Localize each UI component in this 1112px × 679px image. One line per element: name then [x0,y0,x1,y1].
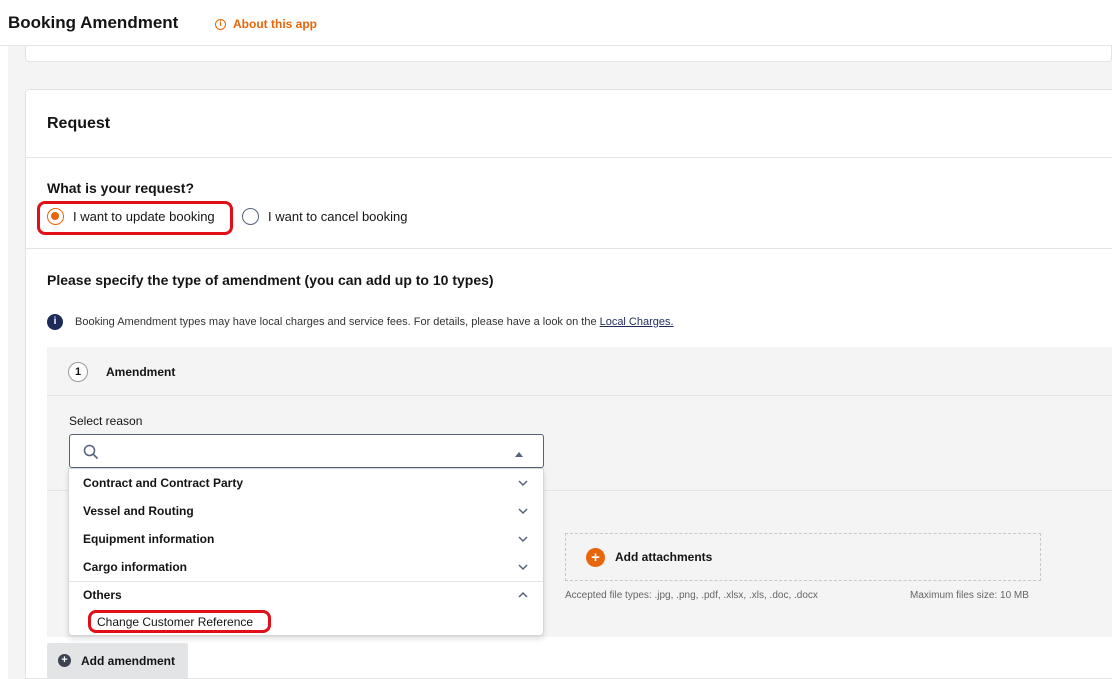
amendment-section-title: Please specify the type of amendment (yo… [47,272,494,288]
dropdown-group-others[interactable]: Others [69,581,543,609]
charges-notice: i Booking Amendment types may have local… [47,314,674,330]
about-app-link[interactable]: i About this app [215,17,317,31]
max-file-size: Maximum files size: 10 MB [910,590,1029,601]
chevron-down-icon [518,564,528,571]
search-icon [83,444,99,460]
add-attachments-label: Add attachments [615,550,713,564]
local-charges-link[interactable]: Local Charges. [600,316,674,328]
caret-up-icon[interactable] [515,452,523,457]
dropdown-group-label: Others [83,588,122,602]
divider [26,157,1112,158]
notice-text: Booking Amendment types may have local c… [75,316,597,328]
accepted-file-types: Accepted file types: .jpg, .png, .pdf, .… [565,590,818,601]
add-amendment-label: Add amendment [81,653,176,668]
chevron-down-icon [518,508,528,515]
add-amendment-button[interactable]: + Add amendment [47,643,188,678]
annotation-highlight-option [88,610,271,633]
radio-cancel-label: I want to cancel booking [268,209,408,224]
chevron-up-icon [518,591,528,598]
radio-cancel-booking[interactable]: I want to cancel booking [242,208,407,225]
dropdown-group-contract[interactable]: Contract and Contract Party [69,469,543,497]
dropdown-group-label: Contract and Contract Party [83,476,244,490]
amendment-header [47,347,1112,396]
divider [26,248,1112,249]
amendment-label: Amendment [106,365,176,379]
app-header: Booking Amendment i About this app [0,0,1112,46]
request-question: What is your request? [47,180,195,196]
dropdown-group-label: Equipment information [83,532,215,546]
plus-circle-icon: + [58,654,71,667]
plus-icon: + [586,548,605,567]
about-app-label: About this app [233,17,317,31]
annotation-highlight-update [37,201,233,235]
reason-search-combobox[interactable] [69,434,544,468]
previous-section-card [25,46,1112,62]
radio-unchecked-icon[interactable] [242,208,259,225]
dropdown-group-equipment[interactable]: Equipment information [69,525,543,553]
dropdown-group-vessel[interactable]: Vessel and Routing [69,497,543,525]
info-icon: i [215,18,226,30]
step-number-badge: 1 [68,362,88,382]
chevron-down-icon [518,536,528,543]
select-reason-label: Select reason [69,414,143,428]
dropdown-group-label: Vessel and Routing [83,504,194,518]
info-icon: i [47,314,63,330]
chevron-down-icon [518,480,528,487]
dropdown-group-label: Cargo information [83,560,187,574]
page-title: Booking Amendment [8,13,179,32]
add-attachments-dropzone[interactable]: + Add attachments [565,533,1041,581]
dropdown-group-cargo[interactable]: Cargo information [69,553,543,581]
search-input[interactable] [100,441,500,461]
request-title: Request [47,115,111,132]
